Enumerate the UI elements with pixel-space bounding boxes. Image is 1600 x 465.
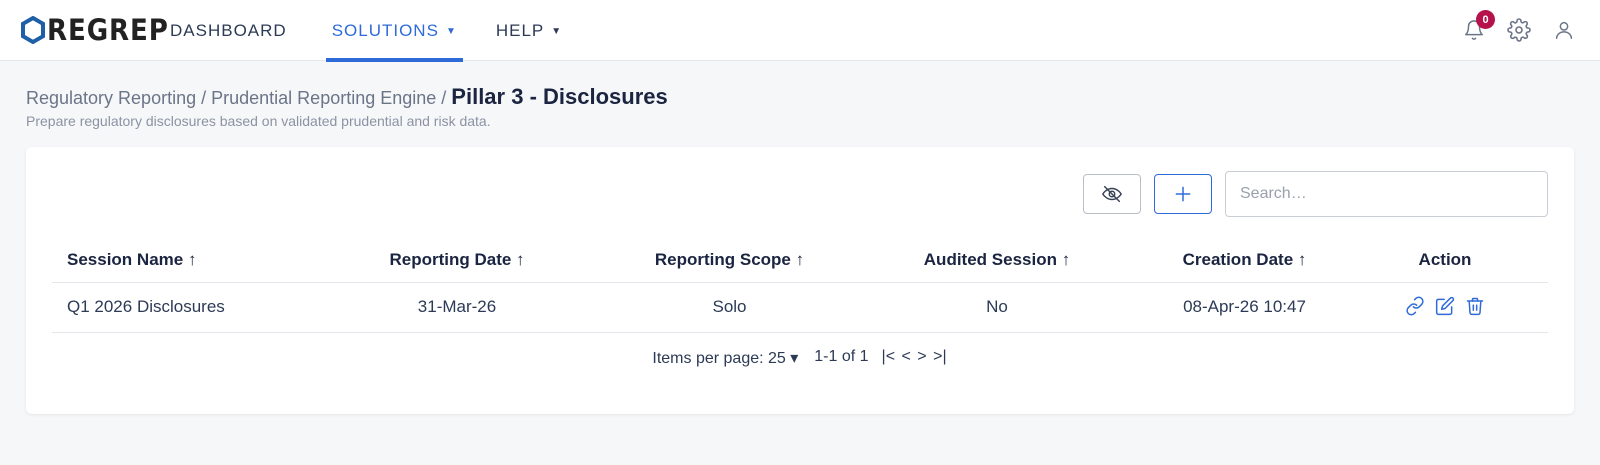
open-link-button[interactable] (1402, 293, 1428, 319)
nav-help-label: HELP (495, 20, 545, 40)
cell-creation-date: 08-Apr-26 10:47 (1147, 282, 1342, 333)
nav-dashboard[interactable]: DASHBOARD (158, 0, 299, 61)
table-header-row: Session Name ↑ Reporting Date ↑ Reportin… (52, 239, 1548, 283)
pagination-range: 1-1 of 1 (814, 348, 869, 365)
add-session-button[interactable] (1154, 174, 1212, 214)
cell-actions (1342, 282, 1548, 333)
prev-page-button[interactable]: < (902, 348, 911, 365)
plus-icon (1175, 186, 1191, 202)
nav-dashboard-label: DASHBOARD (170, 20, 287, 40)
search-input[interactable] (1225, 171, 1548, 217)
breadcrumb-regulatory-reporting[interactable]: Regulatory Reporting (26, 88, 196, 109)
cell-reporting-scope: Solo (612, 282, 847, 333)
cell-session-name: Q1 2026 Disclosures (52, 282, 302, 333)
settings-button[interactable] (1503, 14, 1535, 46)
edit-icon (1435, 296, 1455, 316)
sessions-card: Session Name ↑ Reporting Date ↑ Reportin… (26, 147, 1574, 414)
column-header-reporting-scope[interactable]: Reporting Scope ↑ (612, 239, 847, 283)
breadcrumb-separator: / (441, 88, 447, 108)
table-row[interactable]: Q1 2026 Disclosures 31-Mar-26 Solo No 08… (52, 282, 1548, 333)
delete-button[interactable] (1462, 293, 1488, 319)
pagination: Items per page: 25 ▾ 1-1 of 1 |< < > >| (26, 348, 1574, 368)
header-actions: 0 (1445, 10, 1580, 46)
cell-audited-session: No (847, 282, 1147, 333)
eye-off-icon (1102, 185, 1122, 203)
trash-icon (1466, 297, 1484, 316)
row-actions (1400, 293, 1490, 319)
breadcrumb: Regulatory Reporting / Prudential Report… (26, 84, 668, 110)
column-header-action: Action (1342, 239, 1548, 283)
table-toolbar (1083, 171, 1548, 217)
column-header-audited-session[interactable]: Audited Session ↑ (847, 239, 1147, 283)
column-header-creation-date[interactable]: Creation Date ↑ (1147, 239, 1342, 283)
main-nav: DASHBOARD SOLUTIONS ▼ HELP ▼ (158, 0, 568, 62)
user-menu-button[interactable] (1548, 14, 1580, 46)
last-page-button[interactable]: >| (933, 348, 947, 365)
next-page-button[interactable]: > (917, 348, 926, 365)
edit-button[interactable] (1432, 293, 1458, 319)
page-title: Pillar 3 - Disclosures (451, 84, 668, 109)
sessions-table: Session Name ↑ Reporting Date ↑ Reportin… (52, 239, 1548, 333)
link-icon (1406, 296, 1424, 316)
page-subtitle: Prepare regulatory disclosures based on … (26, 113, 491, 129)
breadcrumb-separator: / (201, 88, 207, 108)
caret-down-icon: ▼ (445, 26, 457, 37)
column-header-session-name[interactable]: Session Name ↑ (52, 239, 302, 283)
column-header-reporting-date[interactable]: Reporting Date ↑ (302, 239, 612, 283)
nav-help[interactable]: HELP ▼ (490, 0, 568, 61)
gear-icon (1507, 18, 1531, 42)
top-navbar: REGREP DASHBOARD SOLUTIONS ▼ HELP ▼ 0 (0, 0, 1600, 62)
pagination-controls: |< < > >| (881, 348, 948, 368)
caret-down-icon: ▼ (551, 26, 563, 37)
nav-solutions-label: SOLUTIONS (331, 20, 439, 40)
notifications-button[interactable]: 0 (1458, 10, 1495, 46)
logo-text: REGREP (47, 13, 169, 47)
breadcrumb-prudential-reporting-engine[interactable]: Prudential Reporting Engine (211, 88, 436, 109)
user-icon (1555, 21, 1573, 39)
hexagon-logo-icon (21, 16, 45, 44)
cell-reporting-date: 31-Mar-26 (302, 282, 612, 333)
nav-solutions[interactable]: SOLUTIONS ▼ (325, 0, 463, 62)
items-per-page-select[interactable]: Items per page: 25 ▾ (652, 348, 798, 368)
toggle-columns-button[interactable] (1083, 174, 1141, 214)
notification-count-badge: 0 (1476, 10, 1495, 29)
first-page-button[interactable]: |< (882, 348, 896, 365)
